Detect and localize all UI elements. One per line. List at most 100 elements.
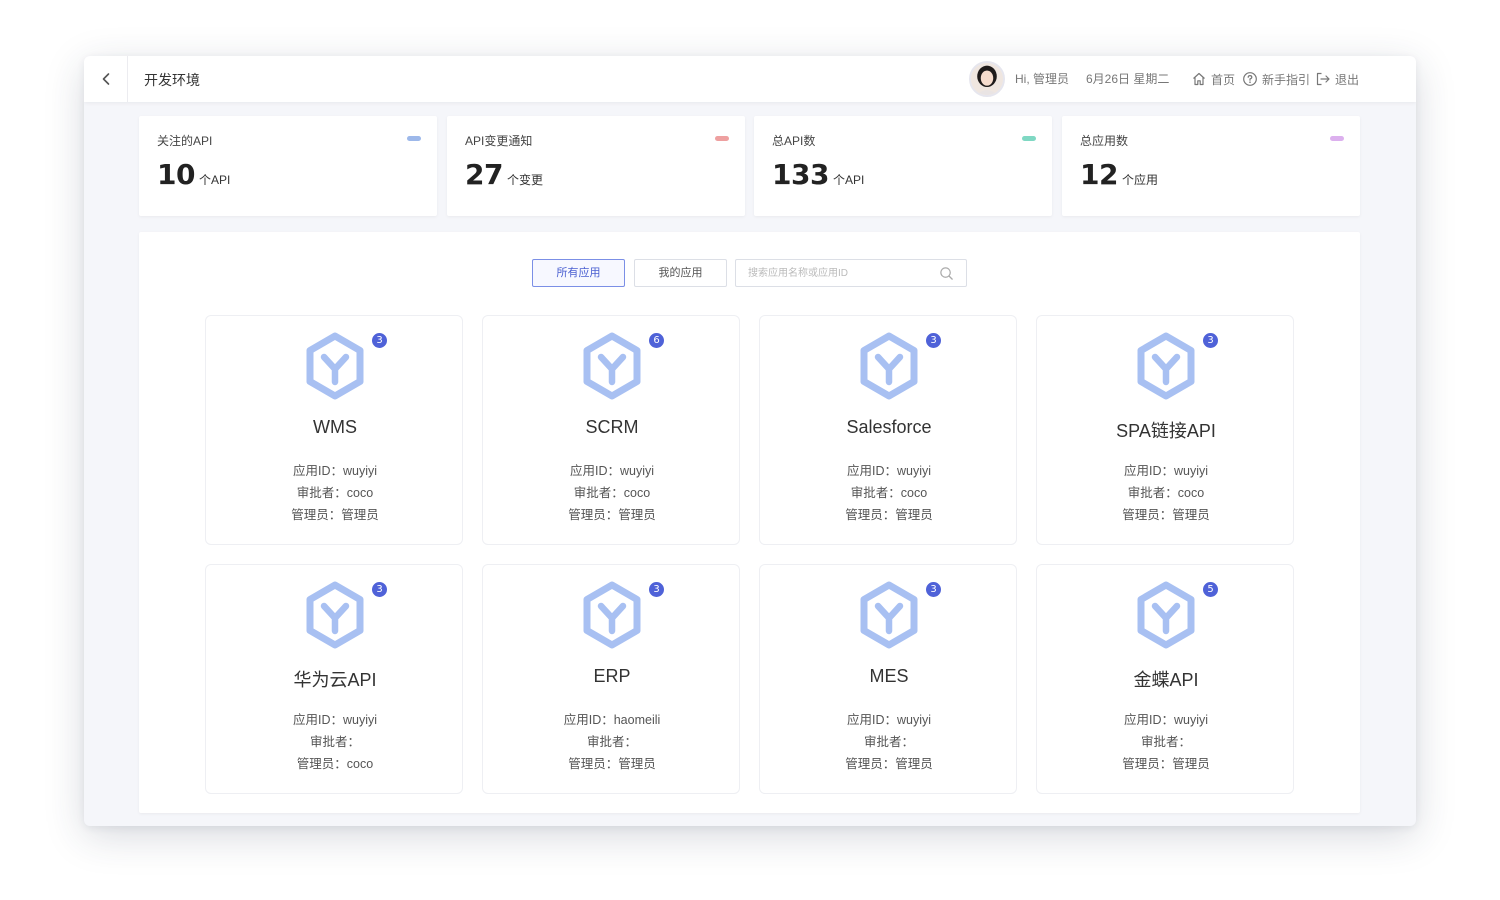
- app-card[interactable]: 3 MES 应用ID：wuyiyi 审批者： 管理员：管理员: [759, 564, 1017, 794]
- stat-value: 27: [465, 158, 503, 191]
- app-badge: 5: [1203, 582, 1218, 597]
- stat-unit: 个API: [198, 173, 231, 187]
- app-approver: 审批者：coco: [296, 486, 374, 500]
- stat-indicator: [715, 136, 729, 141]
- app-card[interactable]: 3 Salesforce 应用ID：wuyiyi 审批者：coco 管理员：管理…: [759, 315, 1017, 545]
- top-header: 开发环境 Hi, 管理员 6月26日 星期二 首页 新手指引 退出: [84, 56, 1416, 102]
- app-admin: 管理员：管理员: [1122, 757, 1210, 771]
- app-name: Salesforce: [846, 417, 932, 437]
- app-name: SPA链接API: [1116, 421, 1216, 441]
- home-icon: [1193, 72, 1205, 86]
- app-window: 开发环境 Hi, 管理员 6月26日 星期二 首页 新手指引 退出 关注的API…: [84, 56, 1416, 826]
- app-admin: 管理员：管理员: [291, 508, 379, 522]
- chevron-left-icon: [102, 73, 109, 85]
- app-cube-icon: [583, 581, 641, 649]
- app-cube-icon: [306, 581, 364, 649]
- app-id: 应用ID：wuyiyi: [292, 713, 378, 727]
- logout-link[interactable]: 退出: [1315, 56, 1359, 102]
- app-admin: 管理员：coco: [296, 757, 374, 771]
- app-approver: 审批者：: [309, 735, 360, 749]
- app-name: SCRM: [585, 417, 639, 437]
- app-badge: 3: [926, 582, 941, 597]
- stat-card-api-changes[interactable]: API变更通知 27 个变更: [447, 116, 745, 216]
- search-input[interactable]: [736, 260, 932, 286]
- stat-value: 10: [157, 158, 195, 191]
- app-id: 应用ID：wuyiyi: [292, 464, 378, 478]
- stat-value: 12: [1080, 158, 1118, 191]
- app-id: 应用ID：wuyiyi: [569, 464, 655, 478]
- app-admin: 管理员：管理员: [845, 757, 933, 771]
- stat-label: 总API数: [772, 134, 816, 148]
- tab-my-apps[interactable]: 我的应用: [634, 259, 727, 287]
- app-approver: 审批者：coco: [850, 486, 928, 500]
- stat-value-row: 133 个API: [772, 158, 864, 191]
- stat-card-total-api[interactable]: 总API数 133 个API: [754, 116, 1052, 216]
- app-cube-icon: [306, 332, 364, 400]
- app-id: 应用ID：haomeili: [563, 713, 661, 727]
- stat-value-row: 10 个API: [157, 158, 230, 191]
- app-approver: 审批者：coco: [573, 486, 651, 500]
- search-icon[interactable]: [939, 266, 954, 281]
- app-card[interactable]: 3 SPA链接API 应用ID：wuyiyi 审批者：coco 管理员：管理员: [1036, 315, 1294, 545]
- stat-unit: 个API: [832, 173, 865, 187]
- app-admin: 管理员：管理员: [845, 508, 933, 522]
- app-cube-icon: [583, 332, 641, 400]
- app-badge: 6: [649, 333, 664, 348]
- app-card[interactable]: 6 SCRM 应用ID：wuyiyi 审批者：coco 管理员：管理员: [482, 315, 740, 545]
- stat-indicator: [1330, 136, 1344, 141]
- app-approver: 审批者：: [586, 735, 637, 749]
- app-name: ERP: [593, 666, 631, 686]
- app-admin: 管理员：管理员: [1122, 508, 1210, 522]
- home-label: 首页: [1211, 72, 1236, 87]
- app-admin: 管理员：管理员: [568, 508, 656, 522]
- apps-panel: 所有应用 我的应用 3 WMS 应用ID：wuyiyi 审批者：coco 管理员…: [139, 232, 1360, 813]
- app-id: 应用ID：wuyiyi: [1123, 464, 1209, 478]
- tab-all-apps[interactable]: 所有应用: [532, 259, 625, 287]
- app-cube-icon: [1137, 332, 1195, 400]
- guide-link[interactable]: 新手指引: [1242, 56, 1310, 102]
- app-name: 华为云API: [293, 670, 377, 690]
- stat-unit: 个变更: [506, 173, 543, 187]
- app-id: 应用ID：wuyiyi: [846, 464, 932, 478]
- app-cube-icon: [1137, 581, 1195, 649]
- stat-unit: 个应用: [1121, 173, 1158, 187]
- stat-card-total-apps[interactable]: 总应用数 12 个应用: [1062, 116, 1360, 216]
- stat-indicator: [407, 136, 421, 141]
- app-badge: 3: [372, 333, 387, 348]
- app-card[interactable]: 3 华为云API 应用ID：wuyiyi 审批者： 管理员：coco: [205, 564, 463, 794]
- stat-label: 总应用数: [1080, 134, 1129, 148]
- app-name: 金蝶API: [1133, 670, 1199, 690]
- stat-label: API变更通知: [465, 134, 533, 148]
- stat-card-followed-api[interactable]: 关注的API 10 个API: [139, 116, 437, 216]
- back-button[interactable]: [84, 56, 128, 102]
- app-name: WMS: [313, 417, 357, 437]
- greeting-text: Hi, 管理员: [1015, 72, 1070, 86]
- app-id: 应用ID：wuyiyi: [1123, 713, 1209, 727]
- date-text: 6月26日 星期二: [1086, 72, 1170, 86]
- app-card[interactable]: 5 金蝶API 应用ID：wuyiyi 审批者： 管理员：管理员: [1036, 564, 1294, 794]
- app-name: MES: [869, 666, 909, 686]
- user-avatar-icon: [971, 63, 1003, 95]
- logout-label: 退出: [1335, 72, 1360, 87]
- app-cube-icon: [860, 332, 918, 400]
- stat-label: 关注的API: [157, 134, 213, 148]
- app-card[interactable]: 3 WMS 应用ID：wuyiyi 审批者：coco 管理员：管理员: [205, 315, 463, 545]
- app-id: 应用ID：wuyiyi: [846, 713, 932, 727]
- app-cube-icon: [860, 581, 918, 649]
- logout-icon: [1316, 72, 1330, 86]
- stat-value-row: 12 个应用: [1080, 158, 1158, 191]
- stat-value: 133: [772, 158, 829, 191]
- guide-label: 新手指引: [1262, 72, 1311, 87]
- app-admin: 管理员：管理员: [568, 757, 656, 771]
- app-badge: 3: [649, 582, 664, 597]
- app-badge: 3: [372, 582, 387, 597]
- app-badge: 3: [926, 333, 941, 348]
- app-card[interactable]: 3 ERP 应用ID：haomeili 审批者： 管理员：管理员: [482, 564, 740, 794]
- app-badge: 3: [1203, 333, 1218, 348]
- stat-value-row: 27 个变更: [465, 158, 543, 191]
- home-link[interactable]: 首页: [1191, 56, 1235, 102]
- stat-indicator: [1022, 136, 1036, 141]
- search-box: [735, 259, 967, 287]
- avatar[interactable]: [969, 61, 1005, 97]
- app-approver: 审批者：: [863, 735, 914, 749]
